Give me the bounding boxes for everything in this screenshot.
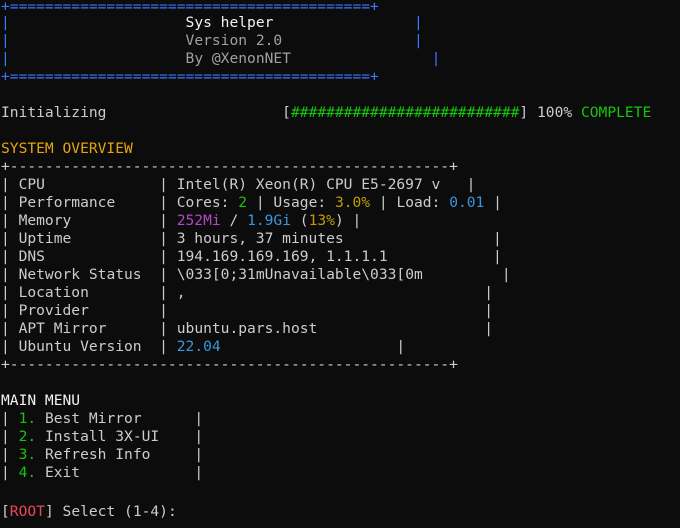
menu-item-refresh-info[interactable]: | 3. Refresh Info | (1, 446, 203, 464)
menu-item-label: Exit (44, 464, 81, 481)
banner-author: By @XenonNET (185, 50, 291, 67)
row-value: ubuntu.pars.host (176, 320, 318, 337)
menu-item-number: 3. (18, 446, 37, 463)
init-status: COMPLETE (580, 104, 652, 121)
overview-row-location: | Location | , | (1, 284, 494, 301)
row-label: Memory (18, 212, 72, 229)
overview-row-network: | Network Status | \033[0;31mUnavailable… (1, 266, 511, 283)
overview-border-bottom: +---------------------------------------… (1, 356, 458, 373)
init-progress-bar: [##########################] (282, 104, 529, 121)
banner-pipe-left: | (1, 50, 10, 67)
overview-border-top: +---------------------------------------… (1, 158, 458, 175)
overview-row-memory: | Memory | 252Mi / 1.9Gi (13%) | (1, 212, 362, 229)
banner-author-line: | By @XenonNET | (1, 50, 440, 68)
cursor[interactable] (186, 500, 195, 516)
row-value: 3 hours, 37 minutes (176, 230, 344, 247)
row-label: Network Status (18, 266, 142, 283)
banner-border-text: +=======================================… (1, 68, 379, 85)
banner-pipe-right: | (414, 14, 423, 31)
load-value: 0.01 (449, 194, 485, 211)
cores-label: Cores: (176, 194, 230, 211)
init-progress-fill: ########################## (290, 104, 520, 121)
banner-border-bottom: +=======================================… (1, 68, 379, 86)
init-label: Initializing (1, 104, 107, 121)
banner-pipe-left: | (1, 14, 10, 31)
overview-row-cpu: | CPU | Intel(R) Xeon(R) CPU E5-2697 v | (1, 176, 476, 193)
usage-label: Usage: (273, 194, 327, 211)
row-label: APT Mirror (18, 320, 107, 337)
menu-item-number: 1. (18, 410, 37, 427)
prompt-user: ROOT (9, 503, 45, 520)
menu-item-label: Best Mirror (44, 410, 142, 427)
row-label: DNS (18, 248, 45, 265)
menu-heading: MAIN MENU (1, 392, 81, 409)
banner-title-line: | Sys helper | (1, 14, 423, 32)
usage-value: 3.0% (334, 194, 371, 211)
row-value: 194.169.169.169, 1.1.1.1 (176, 248, 388, 265)
init-line: Initializing [##########################… (1, 104, 651, 122)
banner-pipe-right: | (413, 32, 423, 49)
overview-row-ubuntu: | Ubuntu Version | 22.04 | (1, 338, 406, 355)
row-value: , (176, 284, 186, 301)
prompt-text: Select (1-4): (62, 503, 177, 520)
row-value: Intel(R) Xeon(R) CPU E5-2697 v (176, 176, 441, 193)
menu-item-best-mirror[interactable]: | 1. Best Mirror | (1, 410, 203, 428)
overview-row-performance: | Performance | Cores: 2 | Usage: 3.0% |… (1, 194, 502, 211)
banner-border-text: +=======================================… (1, 0, 379, 15)
banner-version-line: | Version 2.0 | (1, 32, 423, 50)
row-label: Uptime (18, 230, 72, 247)
menu-item-number: 2. (18, 428, 37, 445)
overview-row-apt: | APT Mirror | ubuntu.pars.host | (1, 320, 494, 337)
overview-row-provider: | Provider | | (1, 302, 494, 319)
overview-row-dns: | DNS | 194.169.169.169, 1.1.1.1 | (1, 248, 502, 265)
menu-item-install-3xui[interactable]: | 2. Install 3X-UI | (1, 428, 203, 446)
menu-item-label: Install 3X-UI (44, 428, 160, 445)
cores-value: 2 (238, 194, 248, 211)
row-value: 22.04 (176, 338, 221, 355)
banner-pipe-left: | (1, 32, 10, 49)
memory-sep: / (229, 212, 239, 229)
memory-used: 252Mi (176, 212, 221, 229)
row-label: Provider (18, 302, 89, 319)
menu-item-number: 4. (18, 464, 37, 481)
row-value: \033[0;31mUnavailable\033[0m (176, 266, 423, 283)
menu-item-label: Refresh Info (44, 446, 151, 463)
row-label: CPU (18, 176, 45, 193)
overview-row-uptime: | Uptime | 3 hours, 37 minutes | (1, 230, 502, 247)
memory-percent: 13% (308, 212, 335, 229)
banner-pipe-right: | (431, 50, 441, 67)
memory-total: 1.9Gi (247, 212, 291, 229)
load-label: Load: (396, 194, 441, 211)
banner-version: Version 2.0 (185, 32, 283, 49)
init-percent: 100% (537, 104, 573, 121)
memory-percent-wrap: (13%) (299, 212, 344, 229)
banner-title: Sys helper (185, 14, 274, 31)
overview-heading: SYSTEM OVERVIEW (1, 140, 133, 157)
menu-item-exit[interactable]: | 4. Exit | (1, 464, 203, 482)
row-label: Location (18, 284, 89, 301)
prompt-line[interactable]: [ROOT] Select (1-4): (1, 500, 195, 520)
row-label: Ubuntu Version (18, 338, 142, 355)
row-label: Performance (18, 194, 116, 211)
